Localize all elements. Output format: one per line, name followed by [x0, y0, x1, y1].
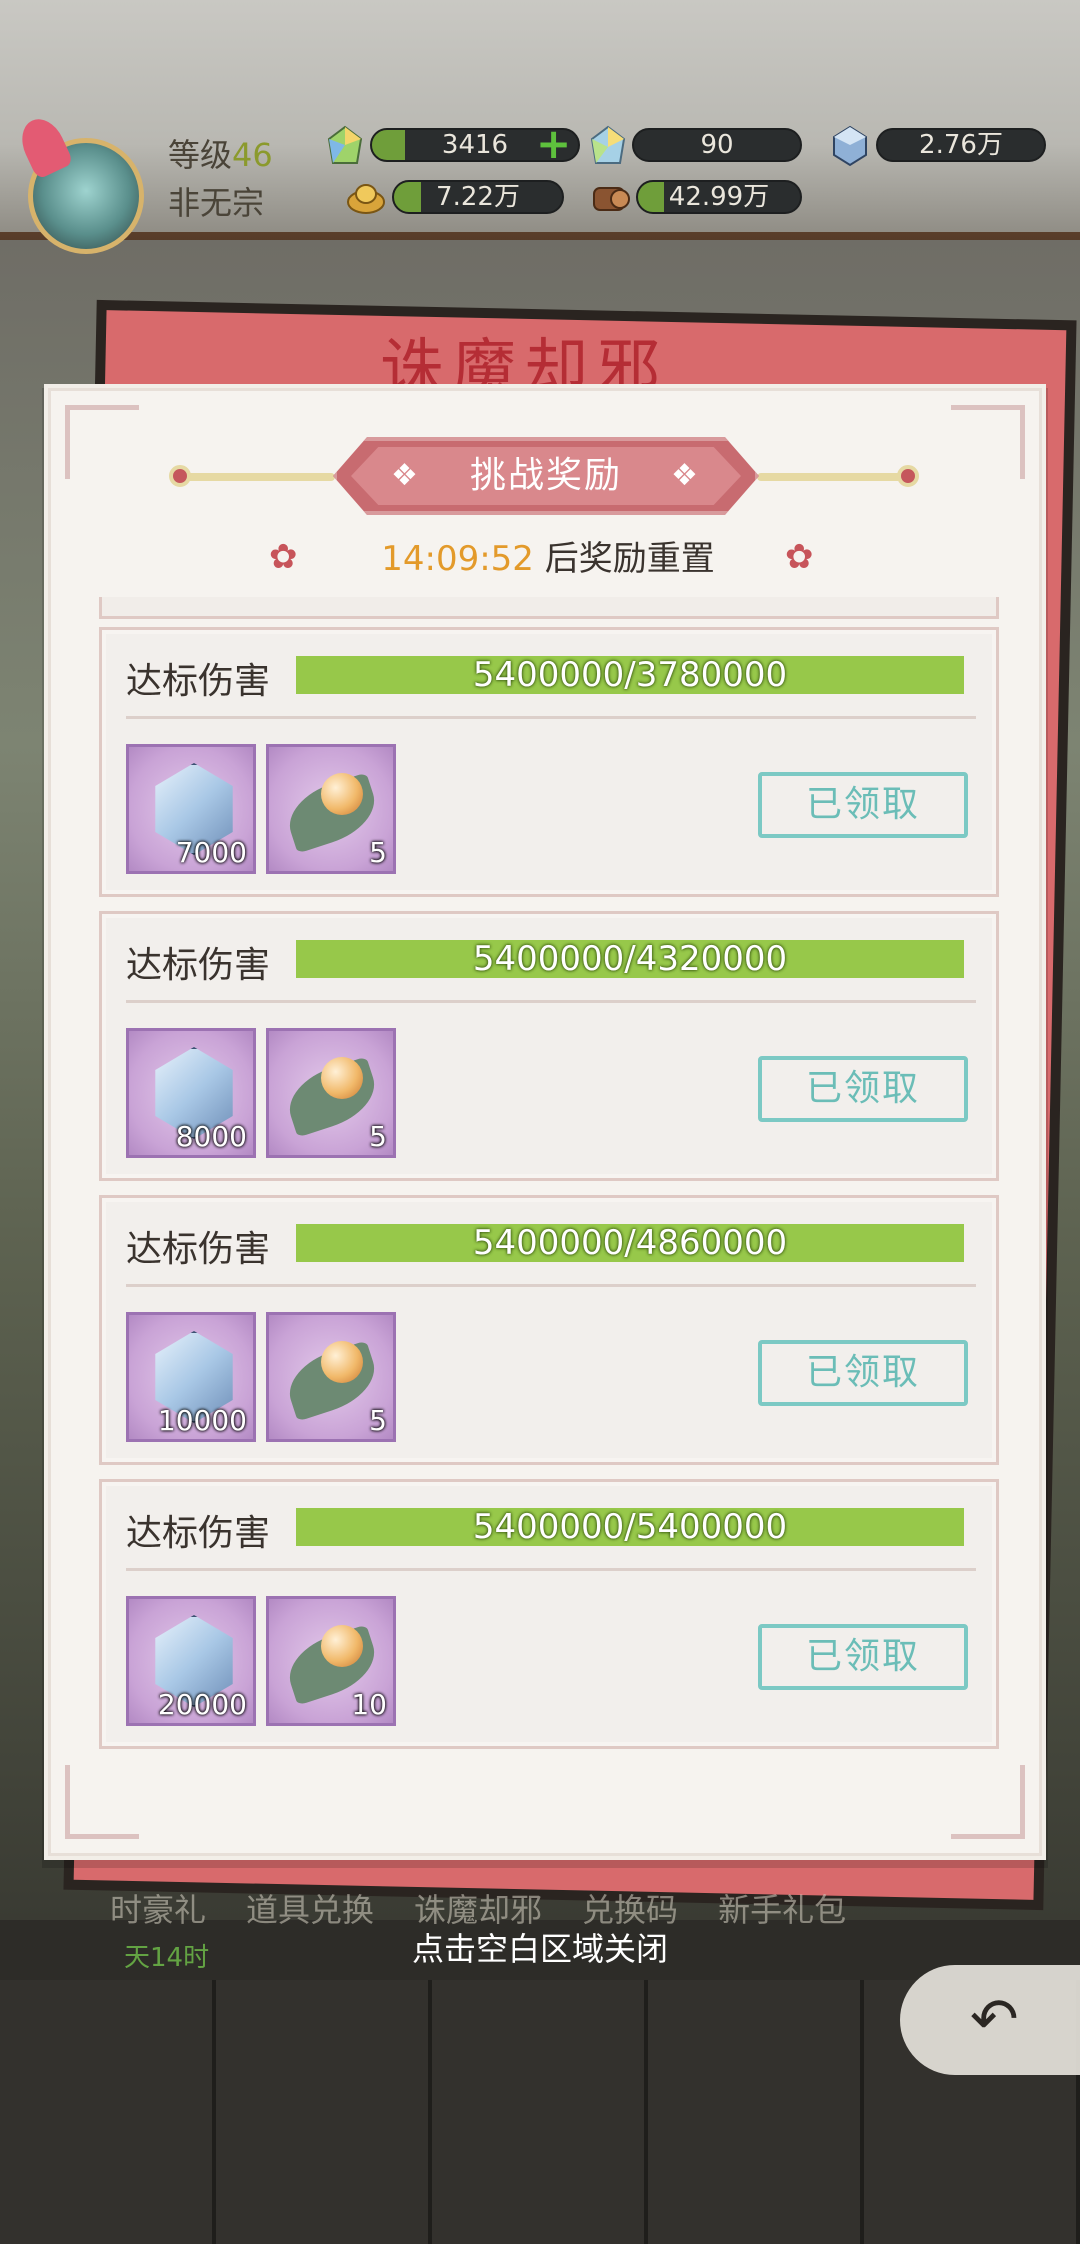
crystal-bundle-icon [588, 124, 628, 168]
ornament-icon: ❖ [391, 458, 418, 493]
progress-text: 5400000/4320000 [472, 939, 788, 979]
claimed-button[interactable]: 已领取 [758, 772, 968, 838]
damage-progress-bar: 5400000/4860000 [296, 1224, 964, 1262]
reward-list[interactable]: 达标伤害 5400000/3780000 7000 5 已领取 达标伤害 540… [51, 597, 1045, 1817]
resource-bar-gem: 2.76万 [876, 128, 1046, 162]
back-arrow-icon: ↶ [970, 1985, 1019, 2053]
damage-progress-bar: 5400000/4320000 [296, 940, 964, 978]
reward-row: 达标伤害 5400000/5400000 20000 10 已领取 [99, 1479, 999, 1749]
add-resource-icon[interactable]: + [536, 123, 571, 165]
wood-log-icon [590, 176, 630, 220]
progress-text: 5400000/5400000 [472, 1507, 788, 1547]
row-label: 达标伤害 [126, 1229, 271, 1270]
reward-item-pearl-leaf[interactable]: 5 [266, 1312, 396, 1442]
title-rod-end [169, 465, 191, 487]
reward-item-gem[interactable]: 7000 [126, 744, 256, 874]
reset-countdown: 14:09:52 后奖励重置 [51, 531, 1045, 580]
item-count: 20000 [157, 1688, 247, 1721]
challenge-reward-popup: 挑战奖励 ❖ ❖ ✿ ✿ 14:09:52 后奖励重置 达标伤害 5400000… [48, 388, 1042, 1856]
item-count: 5 [369, 1120, 387, 1153]
reward-item-pearl-leaf[interactable]: 10 [266, 1596, 396, 1726]
item-count: 8000 [175, 1120, 247, 1153]
reward-item-pearl-leaf[interactable]: 5 [266, 1028, 396, 1158]
row-label: 达标伤害 [126, 1513, 271, 1554]
reward-item-gem[interactable]: 8000 [126, 1028, 256, 1158]
reward-item-pearl-leaf[interactable]: 5 [266, 744, 396, 874]
gold-ingot-icon [346, 176, 386, 220]
row-label: 达标伤害 [126, 661, 271, 702]
claimed-button[interactable]: 已领取 [758, 1056, 968, 1122]
resource-bar-gold: 7.22万 [392, 180, 564, 214]
reward-item-gem[interactable]: 20000 [126, 1596, 256, 1726]
corner-ornament [65, 405, 139, 479]
progress-text: 5400000/3780000 [472, 655, 788, 695]
reward-item-gem[interactable]: 10000 [126, 1312, 256, 1442]
claimed-button[interactable]: 已领取 [758, 1624, 968, 1690]
resource-bar-wood: 42.99万 [636, 180, 802, 214]
reward-row: 达标伤害 5400000/4860000 10000 5 已领取 [99, 1195, 999, 1465]
level-label: 等级46 [168, 136, 273, 174]
title-rod-end [897, 465, 919, 487]
reward-row: 达标伤害 5400000/4320000 8000 5 已领取 [99, 911, 999, 1181]
item-count: 5 [369, 1404, 387, 1437]
claimed-button[interactable]: 已领取 [758, 1340, 968, 1406]
item-count: 7000 [175, 836, 247, 869]
rainbow-crystal-icon [325, 124, 365, 168]
level-value: 46 [232, 136, 273, 174]
item-count: 10 [351, 1688, 387, 1721]
damage-progress-bar: 5400000/3780000 [296, 656, 964, 694]
back-button[interactable]: ↶ [900, 1965, 1080, 2075]
row-label: 达标伤害 [126, 945, 271, 986]
resource-bar-bundle: 90 [632, 128, 802, 162]
reset-timer: 14:09:52 [381, 539, 534, 579]
ornament-icon: ❖ [671, 458, 698, 493]
reset-label: 后奖励重置 [544, 539, 715, 579]
corner-ornament [951, 405, 1025, 479]
previous-row-edge [99, 597, 999, 619]
item-count: 5 [369, 836, 387, 869]
player-avatar[interactable] [14, 110, 152, 260]
reward-row: 达标伤害 5400000/3780000 7000 5 已领取 [99, 627, 999, 897]
sect-name: 非无宗 [168, 184, 265, 222]
title-rod-left [175, 473, 335, 481]
damage-progress-bar: 5400000/5400000 [296, 1508, 964, 1546]
item-count: 10000 [157, 1404, 247, 1437]
close-hint[interactable]: 点击空白区域关闭 [0, 1924, 1080, 1970]
blue-gem-icon [830, 124, 870, 168]
progress-text: 5400000/4860000 [472, 1223, 788, 1263]
title-rod-right [757, 473, 917, 481]
